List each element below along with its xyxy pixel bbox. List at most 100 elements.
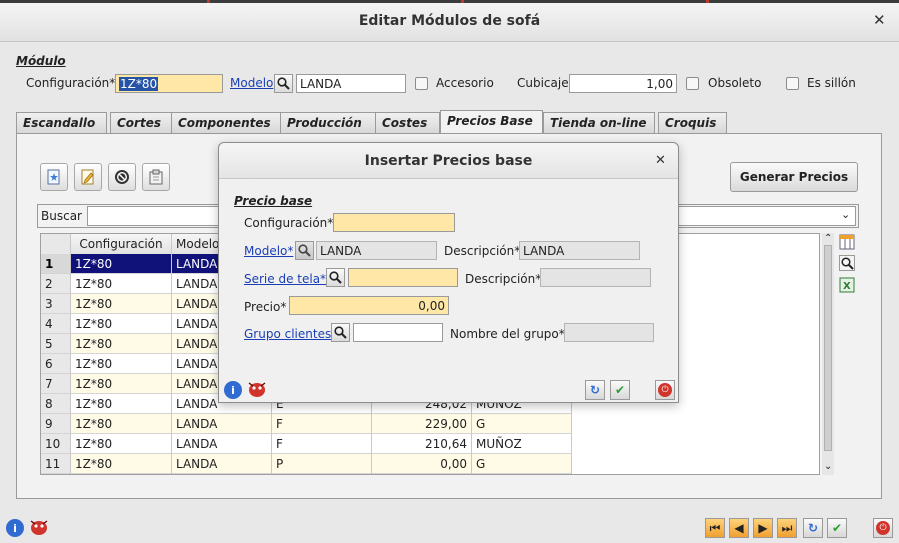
modelo-field[interactable]: LANDA — [296, 74, 406, 93]
dialog-power-off-icon[interactable]: ⏻ — [655, 380, 675, 400]
chevron-down-icon[interactable]: ⌄ — [841, 208, 850, 221]
search-icon — [277, 77, 290, 90]
dialog-modelo-field: LANDA — [316, 241, 437, 260]
obsoleto-checkbox[interactable] — [686, 77, 699, 90]
table-search-icon[interactable] — [839, 255, 855, 271]
dialog-section-title: Precio base — [234, 194, 313, 208]
dialog-refresh-icon[interactable]: ↻ — [585, 380, 605, 400]
row-number: 10 — [41, 434, 71, 454]
column-config-icon[interactable] — [839, 234, 855, 250]
generar-precios-button[interactable]: Generar Precios — [730, 162, 858, 192]
scroll-thumb[interactable] — [824, 245, 832, 451]
table-cell-modelo: LANDA — [172, 434, 272, 454]
dialog-info-icon[interactable]: i — [224, 381, 242, 399]
info-icon[interactable]: i — [6, 519, 24, 537]
dialog-titlebar: Insertar Precios base ✕ — [219, 143, 678, 179]
cubicaje-field[interactable]: 1,00 — [569, 74, 677, 93]
table-row[interactable]: 10 1Z*80 LANDA F 210,64 MUÑOZ — [41, 434, 572, 454]
delete-record-button[interactable] — [108, 163, 136, 191]
power-off-icon[interactable]: ⏻ — [873, 518, 893, 538]
dialog-serie-link[interactable]: Serie de tela* — [244, 272, 326, 286]
dialog-grupo-field[interactable] — [353, 323, 443, 342]
dialog-configuracion-label: Configuración* — [244, 216, 334, 230]
tab-componentes[interactable]: Componentes — [171, 112, 288, 133]
dialog-modelo-link[interactable]: Modelo* — [244, 244, 293, 258]
window-close-icon[interactable]: ✕ — [873, 13, 886, 28]
dialog-precio-label: Precio* — [244, 300, 287, 314]
table-cell-grupo: G — [472, 454, 572, 474]
search-icon — [298, 244, 311, 257]
configuracion-label: Configuración* — [26, 76, 116, 90]
dialog-serie-descripcion-field — [540, 268, 651, 287]
last-record-icon[interactable]: ⏭ — [777, 518, 797, 538]
tab-precios-base[interactable]: Precios Base — [440, 110, 543, 133]
row-number: 2 — [41, 274, 71, 294]
table-cell-grupo: MUÑOZ — [472, 434, 572, 454]
first-record-icon[interactable]: ⏮ — [705, 518, 725, 538]
dialog-title: Insertar Precios base — [364, 153, 533, 169]
accesorio-label: Accesorio — [436, 76, 494, 90]
row-number: 11 — [41, 454, 71, 474]
tab-cortes[interactable]: Cortes — [110, 112, 180, 133]
scroll-up-icon[interactable]: ⌃ — [824, 233, 832, 244]
table-cell-serie: F — [272, 414, 372, 434]
modelo-search-button[interactable] — [274, 74, 293, 93]
dialog-descripcion-field: LANDA — [519, 241, 640, 260]
dialog-grupo-link[interactable]: Grupo clientes — [244, 327, 331, 341]
es-sillon-checkbox[interactable] — [786, 77, 799, 90]
dialog-modelo-search-button — [295, 241, 314, 260]
tab-escandallo[interactable]: Escandallo — [16, 112, 107, 133]
tab-costes[interactable]: Costes — [375, 112, 440, 133]
dialog-accept-check-icon[interactable]: ✔ — [610, 380, 630, 400]
configuracion-value: 1Z*80 — [119, 77, 159, 91]
search-icon — [329, 271, 342, 284]
modelo-link[interactable]: Modelo — [230, 76, 273, 90]
svg-text:X: X — [843, 281, 851, 292]
table-cell-precio: 210,64 — [372, 434, 472, 454]
tab-produccion[interactable]: Producción — [280, 112, 376, 133]
edit-record-button[interactable] — [74, 163, 102, 191]
table-row[interactable]: 9 1Z*80 LANDA F 229,00 G — [41, 414, 572, 434]
table-cell-grupo: G — [472, 414, 572, 434]
insertar-precios-dialog: Insertar Precios base ✕ Precio base Conf… — [218, 142, 679, 403]
table-cell-config: 1Z*80 — [71, 314, 172, 334]
row-number: 4 — [41, 314, 71, 334]
dialog-serie-search-button[interactable] — [326, 268, 345, 287]
table-cell-serie: F — [272, 434, 372, 454]
column-header-configuracion[interactable]: Configuración — [71, 234, 172, 254]
accept-check-icon[interactable]: ✔ — [827, 518, 847, 538]
dialog-close-icon[interactable]: ✕ — [655, 154, 666, 167]
dialog-nombre-grupo-label: Nombre del grupo* — [450, 327, 565, 341]
row-number: 7 — [41, 374, 71, 394]
new-record-button[interactable] — [40, 163, 68, 191]
copy-record-button[interactable] — [142, 163, 170, 191]
dialog-grupo-search-button[interactable] — [331, 323, 350, 342]
dialog-bug-icon[interactable] — [246, 379, 268, 399]
prev-record-icon[interactable]: ◀ — [729, 518, 749, 538]
table-cell-config: 1Z*80 — [71, 414, 172, 434]
dialog-configuracion-field[interactable] — [333, 213, 455, 232]
dialog-precio-field[interactable]: 0,00 — [289, 296, 449, 315]
configuracion-field[interactable]: 1Z*80 — [115, 74, 223, 93]
refresh-icon[interactable]: ↻ — [803, 518, 823, 538]
accesorio-checkbox[interactable] — [415, 77, 428, 90]
edit-document-icon — [81, 169, 94, 185]
excel-export-icon[interactable]: X — [839, 277, 855, 293]
table-cell-config: 1Z*80 — [71, 294, 172, 314]
table-cell-config: 1Z*80 — [71, 274, 172, 294]
bug-icon[interactable] — [28, 517, 50, 537]
dialog-serie-field[interactable] — [348, 268, 458, 287]
table-cell-serie: P — [272, 454, 372, 474]
clipboard-icon — [149, 169, 163, 185]
table-cell-modelo: LANDA — [172, 414, 272, 434]
table-scrollbar[interactable]: ⌃ ⌄ — [822, 233, 834, 475]
scroll-down-icon[interactable]: ⌄ — [824, 461, 832, 472]
table-row[interactable]: 11 1Z*80 LANDA P 0,00 G — [41, 454, 572, 474]
tab-tienda-online[interactable]: Tienda on-line — [543, 112, 655, 133]
es-sillon-label: Es sillón — [807, 76, 856, 90]
window-title: Editar Módulos de sofá — [358, 13, 541, 29]
window-titlebar: Editar Módulos de sofá ✕ — [0, 3, 899, 42]
next-record-icon[interactable]: ▶ — [753, 518, 773, 538]
tab-croquis[interactable]: Croquis — [658, 112, 727, 133]
obsoleto-label: Obsoleto — [708, 76, 762, 90]
